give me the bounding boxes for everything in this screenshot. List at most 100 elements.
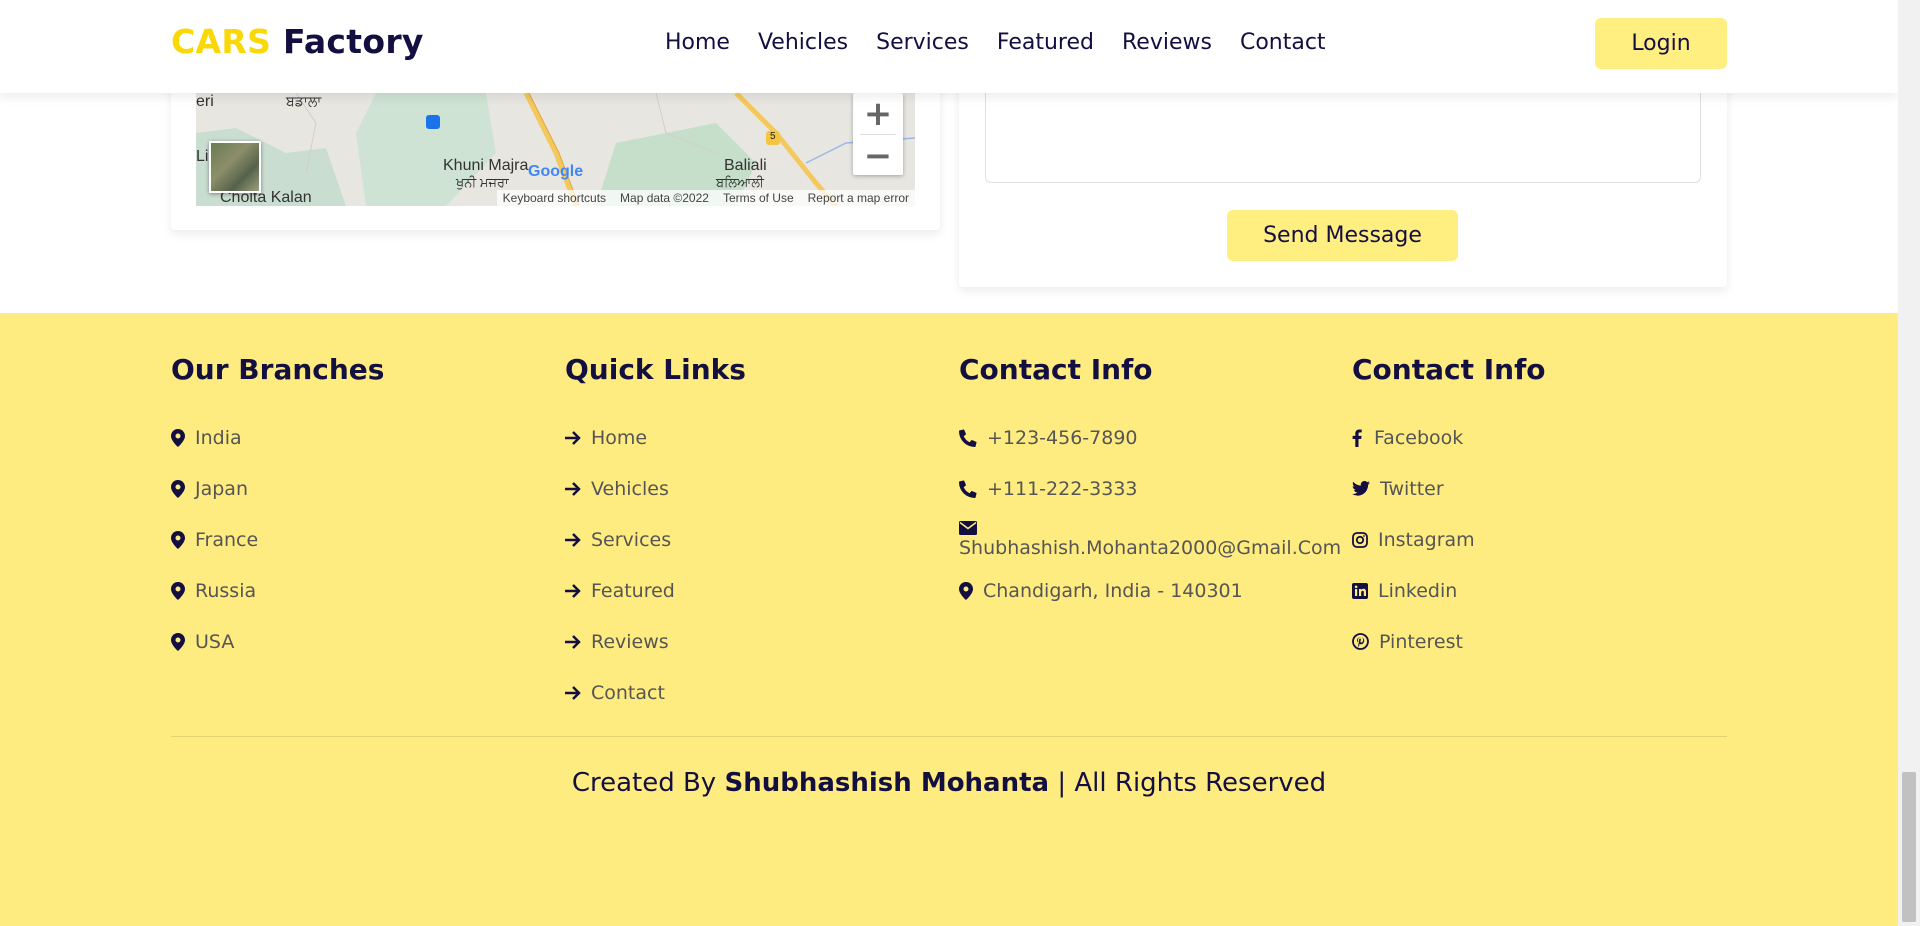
quick-link-label: Vehicles bbox=[591, 477, 669, 500]
quick-link-home[interactable]: Home bbox=[565, 412, 746, 463]
logo-accent: CARS bbox=[171, 22, 272, 61]
quick-link-label: Contact bbox=[591, 681, 665, 704]
branch-label: India bbox=[195, 426, 242, 449]
zoom-out-button[interactable]: − bbox=[853, 135, 903, 176]
satellite-toggle[interactable] bbox=[209, 141, 261, 193]
footer-divider bbox=[171, 736, 1727, 737]
nav-services[interactable]: Services bbox=[876, 30, 969, 55]
branch-label: Japan bbox=[195, 477, 248, 500]
phone-icon bbox=[959, 479, 987, 498]
nav-featured[interactable]: Featured bbox=[997, 30, 1094, 55]
nav-home[interactable]: Home bbox=[665, 30, 730, 55]
branch-item[interactable]: USA bbox=[171, 616, 384, 667]
quick-link-label: Services bbox=[591, 528, 672, 551]
nav-contact[interactable]: Contact bbox=[1240, 30, 1326, 55]
envelope-icon bbox=[959, 520, 983, 535]
branches-title: Our Branches bbox=[171, 353, 385, 386]
social-instagram[interactable]: Instagram bbox=[1352, 514, 1546, 565]
map-data-text: Map data ©2022 bbox=[620, 191, 709, 205]
login-button[interactable]: Login bbox=[1595, 18, 1727, 69]
quick-link-services[interactable]: Services bbox=[565, 514, 746, 565]
social-twitter[interactable]: Twitter bbox=[1352, 463, 1546, 514]
branch-label: Russia bbox=[195, 579, 257, 602]
route-shield: 5 bbox=[770, 131, 776, 142]
map-marker-icon bbox=[959, 581, 983, 600]
contact-info-title: Contact Info bbox=[959, 353, 1153, 386]
facebook-icon bbox=[1352, 428, 1374, 447]
linkedin-icon bbox=[1352, 582, 1378, 599]
phone-number: +111-222-3333 bbox=[987, 477, 1138, 500]
map-zoom-control: + − bbox=[853, 93, 903, 176]
map-attribution: Keyboard shortcuts Map data ©2022 Terms … bbox=[496, 190, 915, 206]
map-label-khuni: Khuni Majra bbox=[443, 157, 529, 174]
phone-item[interactable]: +123-456-7890 bbox=[959, 412, 1341, 463]
message-textarea[interactable] bbox=[985, 93, 1701, 183]
quick-link-label: Featured bbox=[591, 579, 675, 602]
footer-social: Contact Info Facebook Twitter Instagram … bbox=[1352, 353, 1546, 667]
credit-author: Shubhashish Mohanta bbox=[724, 768, 1050, 798]
page: eri ਬਡਾਲਾ Li Khuni Majra ਖੁਨੀ ਮਜਰਾ Balia… bbox=[0, 0, 1898, 926]
email-item[interactable]: Shubhashish.Mohanta2000@Gmail.Com bbox=[959, 514, 1341, 565]
branch-item[interactable]: Japan bbox=[171, 463, 384, 514]
social-title: Contact Info bbox=[1352, 353, 1546, 386]
branch-item[interactable]: Russia bbox=[171, 565, 384, 616]
branch-item[interactable]: France bbox=[171, 514, 384, 565]
branch-item[interactable]: India bbox=[171, 412, 384, 463]
arrow-right-icon bbox=[565, 532, 591, 547]
social-label: Instagram bbox=[1378, 528, 1475, 551]
credit-prefix: Created By bbox=[571, 768, 717, 798]
zoom-in-button[interactable]: + bbox=[853, 93, 903, 134]
map-marker-icon bbox=[171, 479, 195, 498]
footer-credit: Created By Shubhashish Mohanta | All Rig… bbox=[0, 768, 1898, 798]
social-label: Pinterest bbox=[1379, 630, 1463, 653]
quick-link-contact[interactable]: Contact bbox=[565, 667, 746, 718]
map-label-eri: eri bbox=[196, 93, 214, 110]
arrow-right-icon bbox=[565, 685, 591, 700]
social-label: Linkedin bbox=[1378, 579, 1458, 602]
main-nav: Home Vehicles Services Featured Reviews … bbox=[665, 30, 1354, 55]
email-address: Shubhashish.Mohanta2000@Gmail.Com bbox=[959, 536, 1342, 559]
map-marker-icon bbox=[171, 581, 195, 600]
keyboard-shortcuts-link[interactable]: Keyboard shortcuts bbox=[503, 191, 606, 205]
logo[interactable]: CARS Factory bbox=[171, 22, 424, 61]
logo-main: Factory bbox=[282, 22, 424, 61]
map-label-baliali-pa: ਬਲਿਆਲੀ bbox=[716, 175, 764, 190]
branch-label: USA bbox=[195, 630, 235, 653]
quick-link-reviews[interactable]: Reviews bbox=[565, 616, 746, 667]
footer-branches: Our Branches India Japan France Russia U… bbox=[171, 353, 384, 667]
nav-vehicles[interactable]: Vehicles bbox=[758, 30, 848, 55]
twitter-icon bbox=[1352, 481, 1380, 496]
phone-item[interactable]: +111-222-3333 bbox=[959, 463, 1341, 514]
social-pinterest[interactable]: Pinterest bbox=[1352, 616, 1546, 667]
footer-quick-links: Quick Links Home Vehicles Services Featu… bbox=[565, 353, 746, 718]
map-label-baliali: Baliali bbox=[724, 157, 767, 174]
social-label: Twitter bbox=[1380, 477, 1444, 500]
social-facebook[interactable]: Facebook bbox=[1352, 412, 1546, 463]
google-logo: Google bbox=[528, 163, 584, 180]
report-map-error-link[interactable]: Report a map error bbox=[808, 191, 909, 205]
quick-link-featured[interactable]: Featured bbox=[565, 565, 746, 616]
scrollbar-thumb[interactable] bbox=[1902, 772, 1916, 922]
nav-reviews[interactable]: Reviews bbox=[1122, 30, 1212, 55]
map-marker-icon bbox=[171, 632, 195, 651]
social-label: Facebook bbox=[1374, 426, 1464, 449]
page-scrollbar[interactable] bbox=[1898, 0, 1920, 926]
map-label-khuni-pa: ਖੁਨੀ ਮਜਰਾ bbox=[456, 175, 509, 190]
social-linkedin[interactable]: Linkedin bbox=[1352, 565, 1546, 616]
arrow-right-icon bbox=[565, 430, 591, 445]
phone-icon bbox=[959, 428, 987, 447]
terms-of-use-link[interactable]: Terms of Use bbox=[723, 191, 794, 205]
map-label-li: Li bbox=[196, 148, 209, 165]
map-marker-icon bbox=[171, 530, 195, 549]
map-marker-icon bbox=[171, 428, 195, 447]
address-item[interactable]: Chandigarh, India - 140301 bbox=[959, 565, 1341, 616]
arrow-right-icon bbox=[565, 583, 591, 598]
embedded-map[interactable]: eri ਬਡਾਲਾ Li Khuni Majra ਖੁਨੀ ਮਜਰਾ Balia… bbox=[196, 93, 915, 206]
quick-link-vehicles[interactable]: Vehicles bbox=[565, 463, 746, 514]
send-message-button[interactable]: Send Message bbox=[1227, 210, 1458, 261]
quick-link-label: Reviews bbox=[591, 630, 669, 653]
credit-suffix: | All Rights Reserved bbox=[1057, 768, 1327, 798]
phone-number: +123-456-7890 bbox=[987, 426, 1138, 449]
footer-contact-info: Contact Info +123-456-7890 +111-222-3333… bbox=[959, 353, 1341, 616]
site-header: CARS Factory Home Vehicles Services Feat… bbox=[0, 0, 1898, 93]
